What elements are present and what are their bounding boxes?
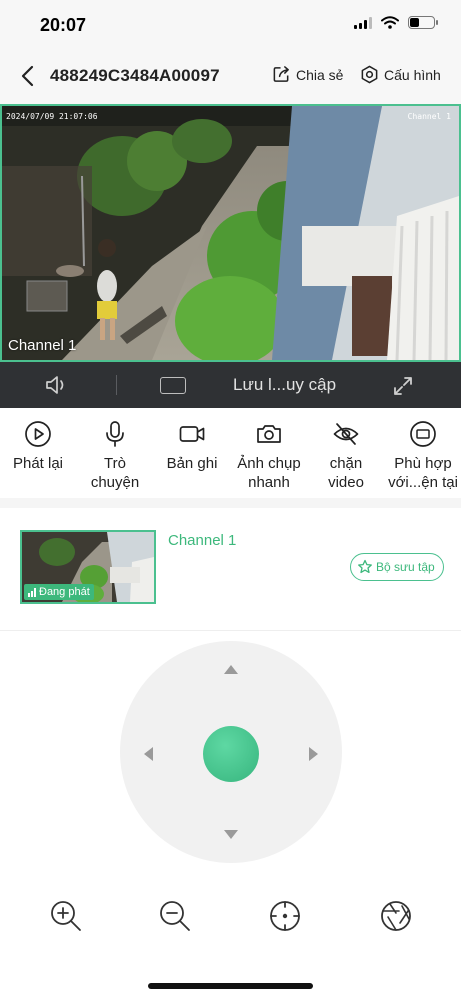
microphone-icon bbox=[106, 421, 124, 447]
channel-list: Đang phát Channel 1 Bộ sưu tập bbox=[0, 508, 461, 630]
video-channel-label: Channel 1 bbox=[8, 337, 77, 354]
aperture-icon[interactable] bbox=[378, 898, 414, 934]
share-label: Chia sẻ bbox=[296, 66, 344, 83]
back-button[interactable] bbox=[16, 64, 40, 88]
block-video-button[interactable]: chặn video bbox=[308, 408, 384, 492]
config-label: Cấu hình bbox=[384, 66, 441, 83]
status-icons bbox=[354, 16, 438, 29]
video-timestamp: 2024/07/09 21:07:06 bbox=[6, 112, 98, 121]
play-circle-icon bbox=[25, 421, 51, 447]
favorites-label: Bộ sưu tập bbox=[376, 560, 435, 574]
arrow-down-icon[interactable] bbox=[221, 827, 241, 843]
stream-quality-button[interactable]: Lưu l...uy cập bbox=[233, 375, 336, 395]
camera-feed-image bbox=[2, 106, 459, 360]
fullscreen-icon[interactable] bbox=[392, 375, 414, 397]
status-bar: 20:07 bbox=[0, 0, 461, 50]
ptz-joystick[interactable] bbox=[203, 726, 259, 782]
video-osd-channel: Channel 1 bbox=[407, 112, 451, 121]
star-icon bbox=[358, 559, 372, 574]
tool-label: Phù hợp với...ện tại bbox=[388, 455, 458, 491]
device-title: 488249C3484A00097 bbox=[50, 66, 220, 85]
tool-label: Phát lại bbox=[12, 455, 64, 472]
battery-icon bbox=[408, 16, 438, 29]
gear-icon bbox=[361, 65, 378, 84]
tool-label: Trò chuyện bbox=[90, 455, 140, 491]
playback-button[interactable]: Phát lại bbox=[0, 408, 76, 473]
tool-label: Bản ghi bbox=[166, 455, 218, 472]
section-divider-line bbox=[0, 630, 461, 631]
talk-button[interactable]: Trò chuyện bbox=[77, 408, 153, 492]
volume-icon[interactable] bbox=[44, 374, 68, 396]
record-button[interactable]: Bản ghi bbox=[154, 408, 230, 473]
control-separator bbox=[116, 375, 117, 395]
wifi-icon bbox=[381, 16, 399, 29]
screen-layout-button[interactable] bbox=[160, 377, 186, 394]
arrow-left-icon[interactable] bbox=[140, 744, 156, 764]
video-control-bar: Lưu l...uy cập bbox=[0, 362, 461, 408]
fit-screen-button[interactable]: Phù hợp với...ện tại bbox=[385, 408, 461, 492]
tool-label: Ảnh chụp nhanh bbox=[237, 455, 301, 491]
status-time: 20:07 bbox=[40, 15, 87, 35]
ptz-control-pad[interactable] bbox=[120, 641, 342, 863]
config-button[interactable]: Cấu hình bbox=[360, 65, 441, 84]
lens-controls bbox=[0, 898, 461, 938]
tool-label: chặn video bbox=[328, 455, 364, 491]
header: 488249C3484A00097 Chia sẻ Cấu hình bbox=[0, 50, 461, 104]
section-divider bbox=[0, 498, 461, 508]
video-camera-icon bbox=[179, 426, 205, 442]
tool-row: Phát lại Trò chuyện Bản ghi Ảnh chụp nha… bbox=[0, 408, 461, 498]
zoom-out-icon[interactable] bbox=[157, 898, 193, 934]
signal-bars-icon bbox=[28, 587, 36, 597]
share-icon bbox=[273, 66, 289, 82]
playing-badge-label: Đang phát bbox=[39, 586, 90, 598]
fit-screen-icon bbox=[410, 421, 436, 447]
eye-off-icon bbox=[333, 423, 359, 445]
share-button[interactable]: Chia sẻ bbox=[272, 65, 343, 84]
favorites-button[interactable]: Bộ sưu tập bbox=[350, 553, 444, 581]
snapshot-button[interactable]: Ảnh chụp nhanh bbox=[231, 408, 307, 492]
arrow-up-icon[interactable] bbox=[221, 661, 241, 677]
playing-badge: Đang phát bbox=[24, 584, 94, 600]
arrow-right-icon[interactable] bbox=[306, 744, 322, 764]
focus-icon[interactable] bbox=[267, 898, 303, 934]
camera-icon bbox=[257, 425, 281, 443]
zoom-in-icon[interactable] bbox=[48, 898, 84, 934]
home-indicator bbox=[148, 983, 313, 989]
channel-thumbnail[interactable]: Đang phát bbox=[20, 530, 156, 604]
channel-name[interactable]: Channel 1 bbox=[168, 532, 236, 549]
live-video-view[interactable]: 2024/07/09 21:07:06 Channel 1 Channel 1 bbox=[0, 104, 461, 362]
cellular-signal-icon bbox=[354, 16, 372, 29]
